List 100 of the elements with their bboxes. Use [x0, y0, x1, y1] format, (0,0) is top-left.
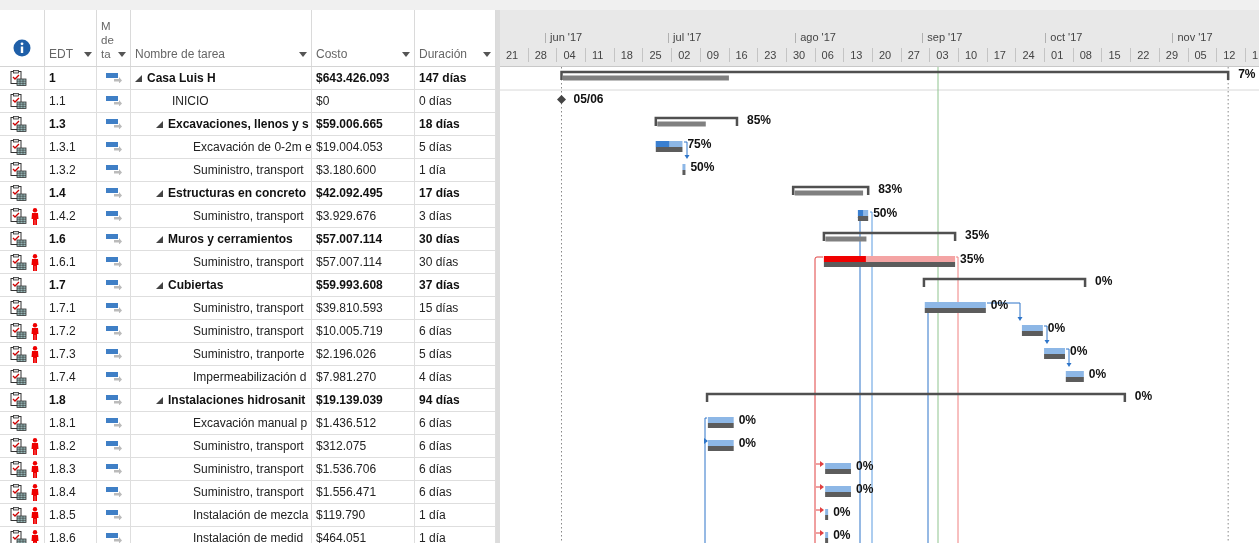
duration-value: 17 días: [419, 186, 460, 200]
task-name: Suministro, tranporte: [193, 347, 305, 361]
percent-label: 50%: [690, 160, 715, 174]
task-name: Suministro, transport: [193, 301, 304, 315]
duration-value: 6 días: [419, 416, 452, 430]
week-label: 30: [786, 47, 816, 62]
task-name: Instalaciones hidrosanit: [168, 393, 306, 407]
week-label: 16: [729, 47, 759, 62]
percent-label: 0%: [990, 298, 1009, 312]
wbs-code: 1.7.1: [49, 301, 76, 315]
week-label: 22: [1131, 47, 1160, 62]
week-label: 17: [987, 47, 1017, 62]
task-name: Suministro, transport: [193, 324, 304, 338]
percent-label: 0%: [738, 413, 757, 427]
wbs-code: 1.8: [49, 393, 66, 407]
wbs-code: 1.8.6: [49, 531, 76, 543]
duration-value: 30 días: [419, 232, 460, 246]
percent-label: 75%: [687, 137, 712, 151]
week-label: 02: [672, 47, 701, 62]
month-label: nov '17: [1177, 31, 1213, 43]
cost-value: $119.790: [316, 508, 366, 522]
task-name: Instalación de mezcla: [193, 508, 309, 522]
week-label: 08: [1073, 47, 1103, 62]
task-name: Instalación de medid: [193, 531, 304, 543]
wbs-code: 1.6: [49, 232, 66, 246]
month-label: ago '17: [800, 31, 836, 43]
cost-value: $464.051: [316, 531, 367, 543]
task-name: Suministro, transport: [193, 209, 304, 223]
percent-label: 0%: [1070, 344, 1088, 358]
wbs-code: 1.6.1: [49, 255, 76, 269]
task-name: Suministro, transport: [193, 485, 304, 499]
cost-value: $59.006.665: [316, 117, 383, 131]
duration-value: 5 días: [419, 140, 452, 154]
task-name: Excavación manual p: [193, 416, 308, 430]
wbs-code: 1.3: [49, 117, 66, 131]
task-name: Casa Luis H: [147, 71, 216, 85]
week-label: 13: [844, 47, 873, 62]
duration-value: 37 días: [419, 278, 460, 292]
cost-value: $42.092.495: [316, 186, 383, 200]
percent-label: 0%: [1088, 367, 1107, 381]
task-name: INICIO: [172, 94, 209, 108]
week-label: 03: [930, 47, 959, 62]
percent-label: 35%: [965, 228, 990, 242]
percent-label: 83%: [878, 182, 903, 196]
wbs-code: 1: [49, 71, 56, 85]
week-label: 1: [1245, 47, 1259, 62]
cost-value: $10.005.719: [316, 324, 383, 338]
cost-value: $3.929.676: [316, 209, 377, 223]
wbs-code: 1.4: [49, 186, 66, 200]
week-label: 10: [959, 47, 988, 62]
cost-value: $39.810.593: [316, 301, 383, 315]
week-label: 04: [557, 47, 587, 62]
task-name: Muros y cerramientos: [168, 232, 293, 246]
percent-label: 0%: [738, 436, 757, 450]
week-label: 20: [872, 47, 902, 62]
cost-value: $1.436.512: [316, 416, 377, 430]
cost-value: $643.426.093: [316, 71, 390, 85]
percent-label: 35%: [960, 252, 985, 266]
task-name: Estructuras en concreto: [168, 186, 307, 200]
week-label: 24: [1016, 47, 1046, 62]
wbs-code: 1.3.2: [49, 163, 76, 177]
duration-value: 1 día: [419, 163, 446, 177]
cost-value: $2.196.026: [316, 347, 377, 361]
week-label: 11: [586, 47, 615, 62]
duration-value: 6 días: [419, 485, 452, 499]
task-name: Suministro, transport: [193, 439, 304, 453]
wbs-code: 1.8.5: [49, 508, 76, 522]
percent-label: 50%: [873, 206, 898, 220]
month-label: sep '17: [927, 31, 963, 43]
week-label: 09: [700, 47, 730, 62]
month-label: oct '17: [1050, 31, 1083, 43]
cost-value: $57.007.114: [316, 232, 383, 246]
cost-value: $57.007.114: [316, 255, 382, 269]
duration-value: 1 día: [419, 508, 446, 522]
percent-label: 0%: [833, 528, 851, 542]
task-name: Excavación de 0-2m e: [193, 140, 311, 154]
task-name: Suministro, transport: [193, 255, 304, 269]
wbs-code: 1.7.3: [49, 347, 76, 361]
week-label: 28: [528, 47, 558, 62]
cost-value: $1.556.471: [316, 485, 377, 499]
cost-value: $7.981.270: [316, 370, 377, 384]
percent-label: 0%: [855, 482, 874, 496]
duration-value: 6 días: [419, 324, 452, 338]
wbs-code: 1.7: [49, 278, 66, 292]
cost-value: $3.180.600: [316, 163, 377, 177]
week-label: 06: [815, 47, 845, 62]
wbs-code: 1.1: [49, 94, 66, 108]
month-label: jun '17: [550, 31, 583, 43]
task-name: Excavaciones, llenos y s: [168, 117, 309, 131]
duration-value: 6 días: [419, 462, 452, 476]
task-name: Cubiertas: [168, 278, 224, 292]
duration-value: 30 días: [419, 255, 459, 269]
percent-label: 0%: [1134, 389, 1153, 403]
duration-value: 18 días: [419, 117, 460, 131]
duration-value: 94 días: [419, 393, 460, 407]
wbs-code: 1.8.2: [49, 439, 76, 453]
wbs-code: 1.7.4: [49, 370, 76, 384]
cost-value: $19.139.039: [316, 393, 383, 407]
cost-value: $1.536.706: [316, 462, 377, 476]
percent-label: 0%: [855, 459, 874, 473]
